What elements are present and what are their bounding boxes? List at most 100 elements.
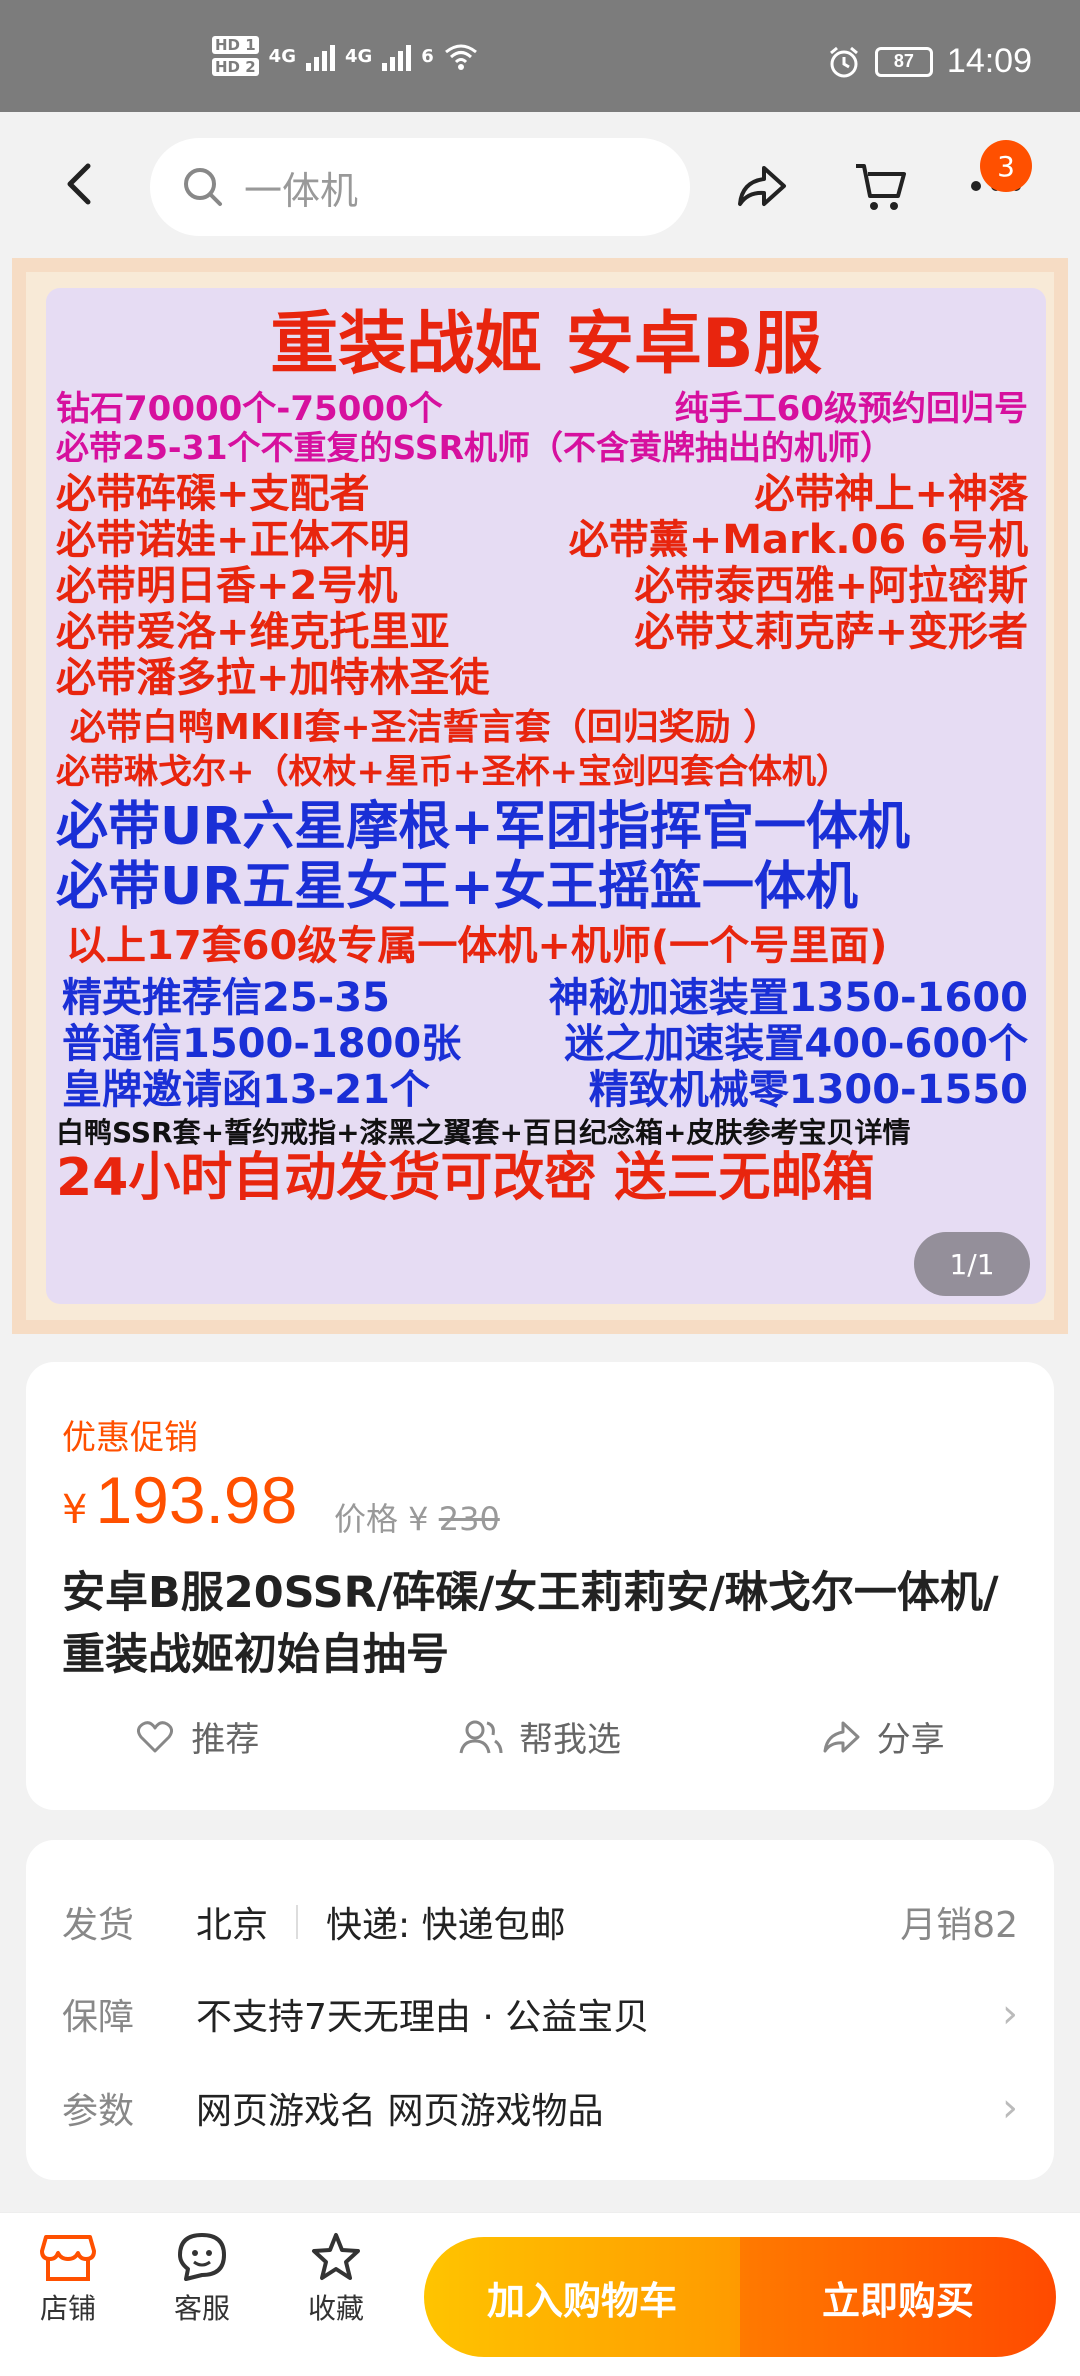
share-icon[interactable]	[734, 158, 790, 214]
shipping-city: 北京	[196, 1905, 269, 1946]
image-pager: 1/1	[914, 1232, 1030, 1296]
network-label-1: 4G	[268, 45, 296, 67]
guarantee-row[interactable]: 保障 不支持7天无理由 · 公益宝贝 ›	[62, 1988, 1018, 2040]
divider	[296, 1905, 299, 1939]
hero-line-right: 必带泰西雅+阿拉密斯	[634, 563, 1028, 610]
product-image[interactable]: 重装战姬 安卓B服 钻石70000个-75000个 纯手工60级预约回归号 必带2…	[12, 258, 1068, 1334]
back-icon[interactable]	[56, 160, 104, 208]
search-placeholder: 一体机	[244, 168, 359, 213]
help-choose-label: 帮我选	[519, 1720, 621, 1760]
help-choose-button[interactable]: 帮我选	[369, 1712, 712, 1761]
params-key: 参数	[62, 2091, 135, 2132]
hero-line: 钻石70000个-75000个 纯手工60级预约回归号	[56, 390, 1036, 429]
original-price-label: 价格 ¥	[334, 1500, 429, 1538]
shipping-info-card: 发货 北京 快递: 快递包邮 月销82 保障 不支持7天无理由 · 公益宝贝 ›…	[26, 1840, 1054, 2180]
hero-line: 普通信1500-1800张 迷之加速装置400-600个	[56, 1021, 1036, 1067]
hero-line-left: 普通信1500-1800张	[62, 1021, 462, 1068]
people-icon	[459, 1720, 503, 1753]
add-to-cart-button[interactable]: 加入购物车	[424, 2237, 740, 2357]
hero-line: 精英推荐信25-35 神秘加速装置1350-1600	[56, 975, 1036, 1021]
network-label-2: 4G	[344, 45, 373, 67]
share-label: 分享	[876, 1720, 945, 1760]
status-bar: HD 1 HD 2 4G 4G 6 87 14:09	[0, 0, 1080, 112]
cart-icon[interactable]	[852, 158, 908, 214]
hero-line-left: 精英推荐信25-35	[62, 975, 390, 1022]
hero-title: 重装战姬 安卓B服	[270, 305, 822, 384]
cart-count-badge: 3	[980, 140, 1032, 192]
heart-icon	[137, 1720, 174, 1752]
hero-line-right: 神秘加速装置1350-1600	[548, 975, 1028, 1022]
shipping-key: 发货	[62, 1905, 135, 1946]
hero-line-right: 必带神上+神落	[754, 471, 1028, 518]
signal-indicators: HD 1 HD 2 4G 4G 6	[212, 36, 478, 76]
chevron-right-icon: ›	[1002, 1991, 1018, 2037]
service-label: 客服	[173, 2292, 230, 2325]
hero-line: 必带UR六星摩根+军团指挥官一体机	[56, 796, 910, 857]
hero-line: 以上17套60级专属一体机+机师(一个号里面)	[66, 923, 888, 970]
battery-icon: 87	[874, 46, 933, 77]
signal-icon-2	[382, 41, 412, 71]
hero-line-left: 钻石70000个-75000个	[56, 389, 443, 430]
hero-line: 必带爱洛+维克托里亚 必带艾莉克萨+变形者	[56, 609, 1036, 655]
star-icon	[312, 2233, 360, 2280]
buy-now-button[interactable]: 立即购买	[740, 2237, 1056, 2357]
wifi-icon	[444, 44, 477, 70]
wifi-label: 6	[421, 45, 434, 67]
battery-level: 87	[893, 51, 914, 71]
hero-line-left: 必带诺娃+正体不明	[56, 517, 410, 564]
monthly-sales: 月销82	[900, 1905, 1018, 1946]
shop-icon	[40, 2235, 96, 2281]
shop-label: 店铺	[39, 2292, 96, 2325]
chevron-right-icon: ›	[1002, 2085, 1018, 2131]
signal-icon	[305, 41, 335, 71]
original-price: 价格 ¥ 230	[334, 1494, 500, 1540]
guarantee-value: 不支持7天无理由 · 公益宝贝	[196, 1997, 650, 2038]
hd2-label: HD 2	[212, 58, 259, 76]
hero-line: 必带诺娃+正体不明 必带薰+Mark.06 6号机	[56, 517, 1036, 563]
guarantee-key: 保障	[62, 1997, 135, 2038]
hero-line-left: 必带明日香+2号机	[56, 563, 398, 610]
chat-icon	[178, 2233, 226, 2281]
share-button[interactable]: 分享	[711, 1712, 1054, 1761]
hero-line: 必带25-31个不重复的SSR机师（不含黄牌抽出的机师）	[56, 428, 894, 468]
product-title: 安卓B服20SSR/砗磲/女王莉莉安/琳戈尔一体机/重装战姬初始自抽号	[62, 1568, 999, 1681]
status-right: 87 14:09	[827, 42, 1032, 81]
clock: 14:09	[946, 42, 1032, 80]
hero-line: 皇牌邀请函13-21个 精致机械零1300-1550	[56, 1067, 1036, 1113]
hero-line: 必带潘多拉+加特林圣徒	[56, 655, 490, 702]
top-nav: 一体机 3	[0, 112, 1080, 258]
hero-line-right: 迷之加速装置400-600个	[564, 1021, 1028, 1068]
params-row[interactable]: 参数 网页游戏名 网页游戏物品 ›	[62, 2082, 1018, 2134]
price: ¥ 193.98	[62, 1462, 297, 1538]
shipping-express: 快递: 快递包邮	[326, 1905, 566, 1946]
hero-line-left: 皇牌邀请函13-21个	[62, 1067, 430, 1114]
hero-line: 必带白鸭MKII套+圣洁誓言套（回归奖励 ）	[70, 707, 780, 749]
original-price-amount: 230	[438, 1500, 500, 1538]
hero-line-left: 必带砗磲+支配者	[56, 471, 370, 518]
shipping-row[interactable]: 发货 北京 快递: 快递包邮 月销82	[62, 1896, 1018, 1948]
product-actions: 推荐 帮我选 分享	[26, 1712, 1054, 1761]
hero-line: 必带明日香+2号机 必带泰西雅+阿拉密斯	[56, 563, 1036, 609]
favorite-button[interactable]: 收藏	[286, 2231, 386, 2327]
hero-line-right: 必带艾莉克萨+变形者	[634, 609, 1028, 656]
recommend-label: 推荐	[191, 1720, 260, 1760]
hero-line-right: 必带薰+Mark.06 6号机	[568, 517, 1028, 564]
customer-service-button[interactable]: 客服	[152, 2231, 252, 2327]
product-info-card: 优惠促销 ¥ 193.98 价格 ¥ 230 安卓B服20SSR/砗磲/女王莉莉…	[26, 1362, 1054, 1810]
hero-line-right: 纯手工60级预约回归号	[674, 389, 1028, 430]
hero-line-right: 精致机械零1300-1550	[588, 1067, 1028, 1114]
recommend-button[interactable]: 推荐	[26, 1712, 369, 1761]
hero-line: 必带砗磲+支配者 必带神上+神落	[56, 471, 1036, 517]
bottom-action-bar: 店铺 客服 收藏 加入购物车 立即购买	[0, 2212, 1080, 2376]
favorite-label: 收藏	[307, 2292, 364, 2325]
params-value: 网页游戏名 网页游戏物品	[196, 2091, 604, 2132]
hd1-label: HD 1	[212, 36, 259, 54]
product-image-content: 重装战姬 安卓B服 钻石70000个-75000个 纯手工60级预约回归号 必带2…	[46, 288, 1046, 1304]
hero-line: 必带琳戈尔+（权杖+星币+圣杯+宝剑四套合体机）	[56, 751, 850, 792]
shop-button[interactable]: 店铺	[18, 2231, 118, 2327]
currency-symbol: ¥	[62, 1487, 88, 1533]
hero-line: 白鸭SSR套+誓约戒指+漆黑之翼套+百日纪念箱+皮肤参考宝贝详情	[56, 1116, 911, 1150]
search-input[interactable]: 一体机	[150, 138, 690, 236]
alarm-icon	[829, 46, 858, 77]
hero-line: 必带UR五星女王+女王摇篮一体机	[56, 856, 858, 917]
